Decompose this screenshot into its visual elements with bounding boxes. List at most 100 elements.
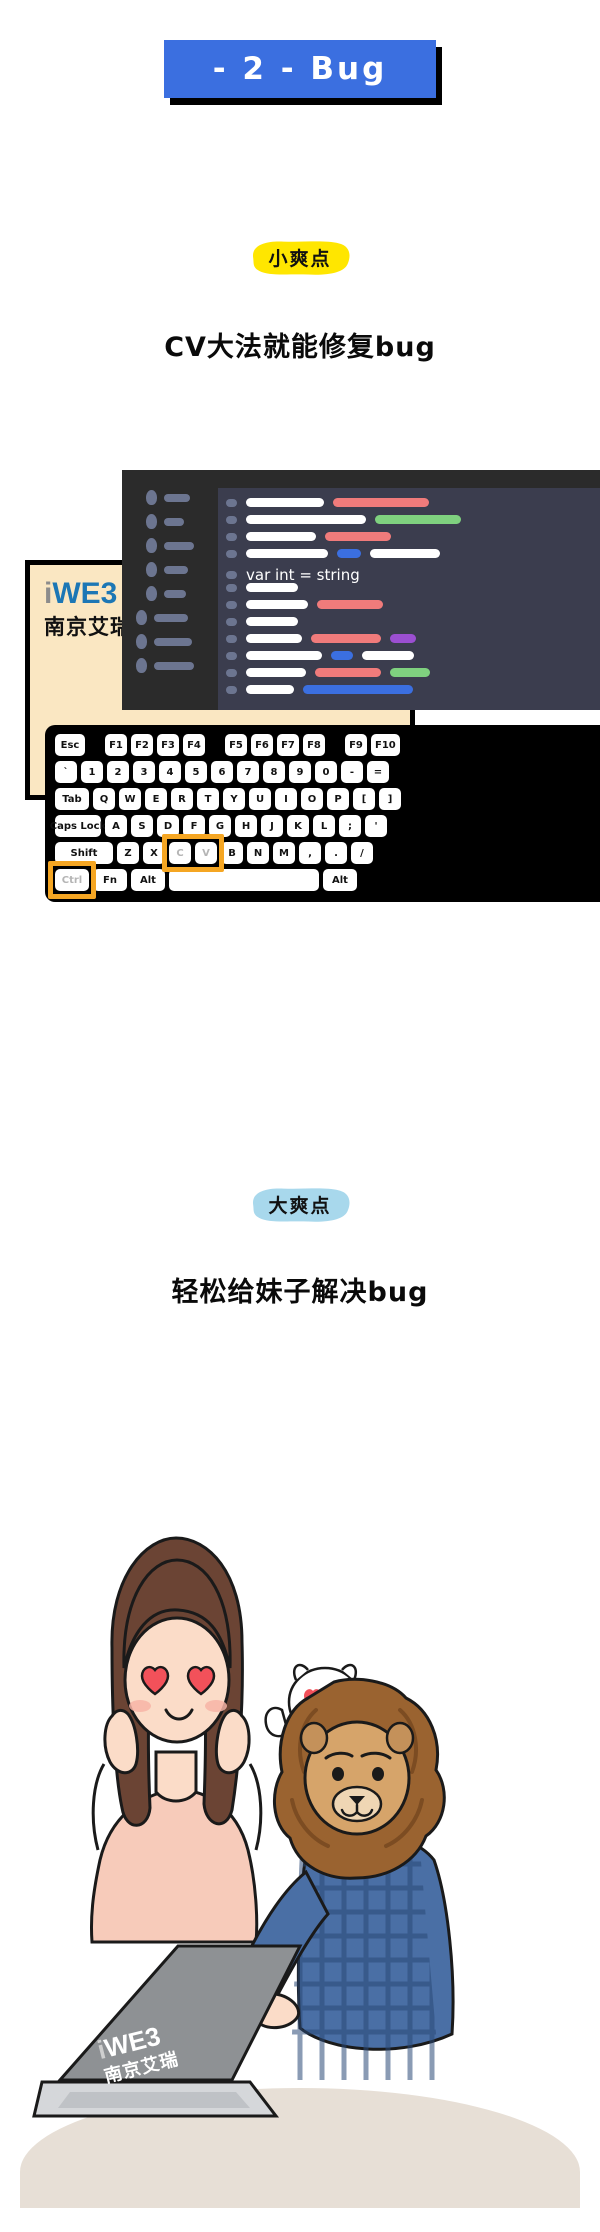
banner-label: - 2 - Bug xyxy=(212,51,388,87)
big-point-badge-label: 大爽点 xyxy=(268,1195,332,1217)
editor-file-item[interactable] xyxy=(146,490,190,505)
key-shift[interactable]: Shift xyxy=(55,842,113,864)
key-s[interactable]: S xyxy=(131,815,153,837)
key-9[interactable]: 9 xyxy=(289,761,311,783)
key-3[interactable]: 3 xyxy=(133,761,155,783)
code-line[interactable]: var int = string xyxy=(226,566,360,584)
key-f4[interactable]: F4 xyxy=(183,734,205,756)
code-token xyxy=(246,600,308,609)
key-t[interactable]: T xyxy=(197,788,219,810)
keyboard-row: Esc F1 F2 F3 F4 F5 F6 F7 F8 F9 F10 xyxy=(55,734,600,756)
key-r[interactable]: R xyxy=(171,788,193,810)
code-line[interactable] xyxy=(226,668,430,677)
code-token xyxy=(325,532,391,541)
key-5[interactable]: 5 xyxy=(185,761,207,783)
code-line[interactable] xyxy=(226,617,298,626)
key-m[interactable]: M xyxy=(273,842,295,864)
key-`[interactable]: ` xyxy=(55,761,77,783)
key-[[interactable]: [ xyxy=(353,788,375,810)
key-e[interactable]: E xyxy=(145,788,167,810)
key-u[interactable]: U xyxy=(249,788,271,810)
editor-file-item[interactable] xyxy=(146,562,188,577)
code-line[interactable] xyxy=(226,583,298,592)
editor-file-sidebar xyxy=(122,470,218,710)
editor-file-item[interactable] xyxy=(136,610,188,625)
key-k[interactable]: K xyxy=(287,815,309,837)
key-f[interactable]: F xyxy=(183,815,205,837)
code-line[interactable] xyxy=(226,685,413,694)
watermark-brand: iWE3 xyxy=(44,579,132,609)
key-][interactable]: ] xyxy=(379,788,401,810)
code-line[interactable] xyxy=(226,498,429,507)
key-/[interactable]: / xyxy=(351,842,373,864)
code-line[interactable] xyxy=(226,634,416,643)
editor-file-item[interactable] xyxy=(136,658,194,673)
file-icon xyxy=(146,538,157,553)
key-'[interactable]: ' xyxy=(365,815,387,837)
file-icon xyxy=(136,610,147,625)
key--[interactable]: - xyxy=(341,761,363,783)
key-4[interactable]: 4 xyxy=(159,761,181,783)
key-7[interactable]: 7 xyxy=(237,761,259,783)
editor-file-item[interactable] xyxy=(146,514,184,529)
line-marker xyxy=(226,549,237,558)
editor-file-item[interactable] xyxy=(146,538,194,553)
key-l[interactable]: L xyxy=(313,815,335,837)
key-f10[interactable]: F10 xyxy=(371,734,400,756)
key-tab[interactable]: Tab xyxy=(55,788,89,810)
key-d[interactable]: D xyxy=(157,815,179,837)
key-0[interactable]: 0 xyxy=(315,761,337,783)
key-w[interactable]: W xyxy=(119,788,141,810)
key-6[interactable]: 6 xyxy=(211,761,233,783)
key-8[interactable]: 8 xyxy=(263,761,285,783)
code-line[interactable] xyxy=(226,515,461,524)
key-f3[interactable]: F3 xyxy=(157,734,179,756)
key-esc[interactable]: Esc xyxy=(55,734,85,756)
key-2[interactable]: 2 xyxy=(107,761,129,783)
key-q[interactable]: Q xyxy=(93,788,115,810)
key-.[interactable]: . xyxy=(325,842,347,864)
file-name-placeholder xyxy=(164,517,184,526)
editor-file-item[interactable] xyxy=(136,634,192,649)
key-n[interactable]: N xyxy=(247,842,269,864)
key-c[interactable]: C xyxy=(169,842,191,864)
key-1[interactable]: 1 xyxy=(81,761,103,783)
key-f9[interactable]: F9 xyxy=(345,734,367,756)
keyboard[interactable]: Esc F1 F2 F3 F4 F5 F6 F7 F8 F9 F10 ` 1 2 3 4 5 6 7 8 9 0- = Tab… xyxy=(45,725,600,902)
key-f7[interactable]: F7 xyxy=(277,734,299,756)
key-f5[interactable]: F5 xyxy=(225,734,247,756)
key-alt[interactable]: Alt xyxy=(131,869,165,891)
key-a[interactable]: A xyxy=(105,815,127,837)
code-line[interactable] xyxy=(226,549,440,558)
key-ctrl[interactable]: Ctrl xyxy=(55,869,89,891)
key-caps-lock[interactable]: Caps Lock xyxy=(50,815,106,837)
code-line[interactable] xyxy=(226,651,414,660)
code-token xyxy=(362,651,414,660)
editor-file-item[interactable] xyxy=(146,586,186,601)
key-fn[interactable]: Fn xyxy=(93,869,127,891)
key-f2[interactable]: F2 xyxy=(131,734,153,756)
key-j[interactable]: J xyxy=(261,815,283,837)
key-f6[interactable]: F6 xyxy=(251,734,273,756)
key-z[interactable]: Z xyxy=(117,842,139,864)
key-f8[interactable]: F8 xyxy=(303,734,325,756)
key-g[interactable]: G xyxy=(209,815,231,837)
key-o[interactable]: O xyxy=(301,788,323,810)
key-x[interactable]: X xyxy=(143,842,165,864)
code-line[interactable] xyxy=(226,600,383,609)
key-=[interactable]: = xyxy=(367,761,389,783)
key-b[interactable]: B xyxy=(221,842,243,864)
key-,[interactable]: , xyxy=(299,842,321,864)
code-line[interactable] xyxy=(226,532,391,541)
key-h[interactable]: H xyxy=(235,815,257,837)
line-marker xyxy=(226,685,237,694)
key-space xyxy=(169,869,319,891)
key-f1[interactable]: F1 xyxy=(105,734,127,756)
file-name-placeholder xyxy=(164,565,188,574)
key-alt[interactable]: Alt xyxy=(323,869,357,891)
key-v[interactable]: V xyxy=(195,842,217,864)
key-y[interactable]: Y xyxy=(223,788,245,810)
key-p[interactable]: P xyxy=(327,788,349,810)
key-;[interactable]: ; xyxy=(339,815,361,837)
key-i[interactable]: I xyxy=(275,788,297,810)
